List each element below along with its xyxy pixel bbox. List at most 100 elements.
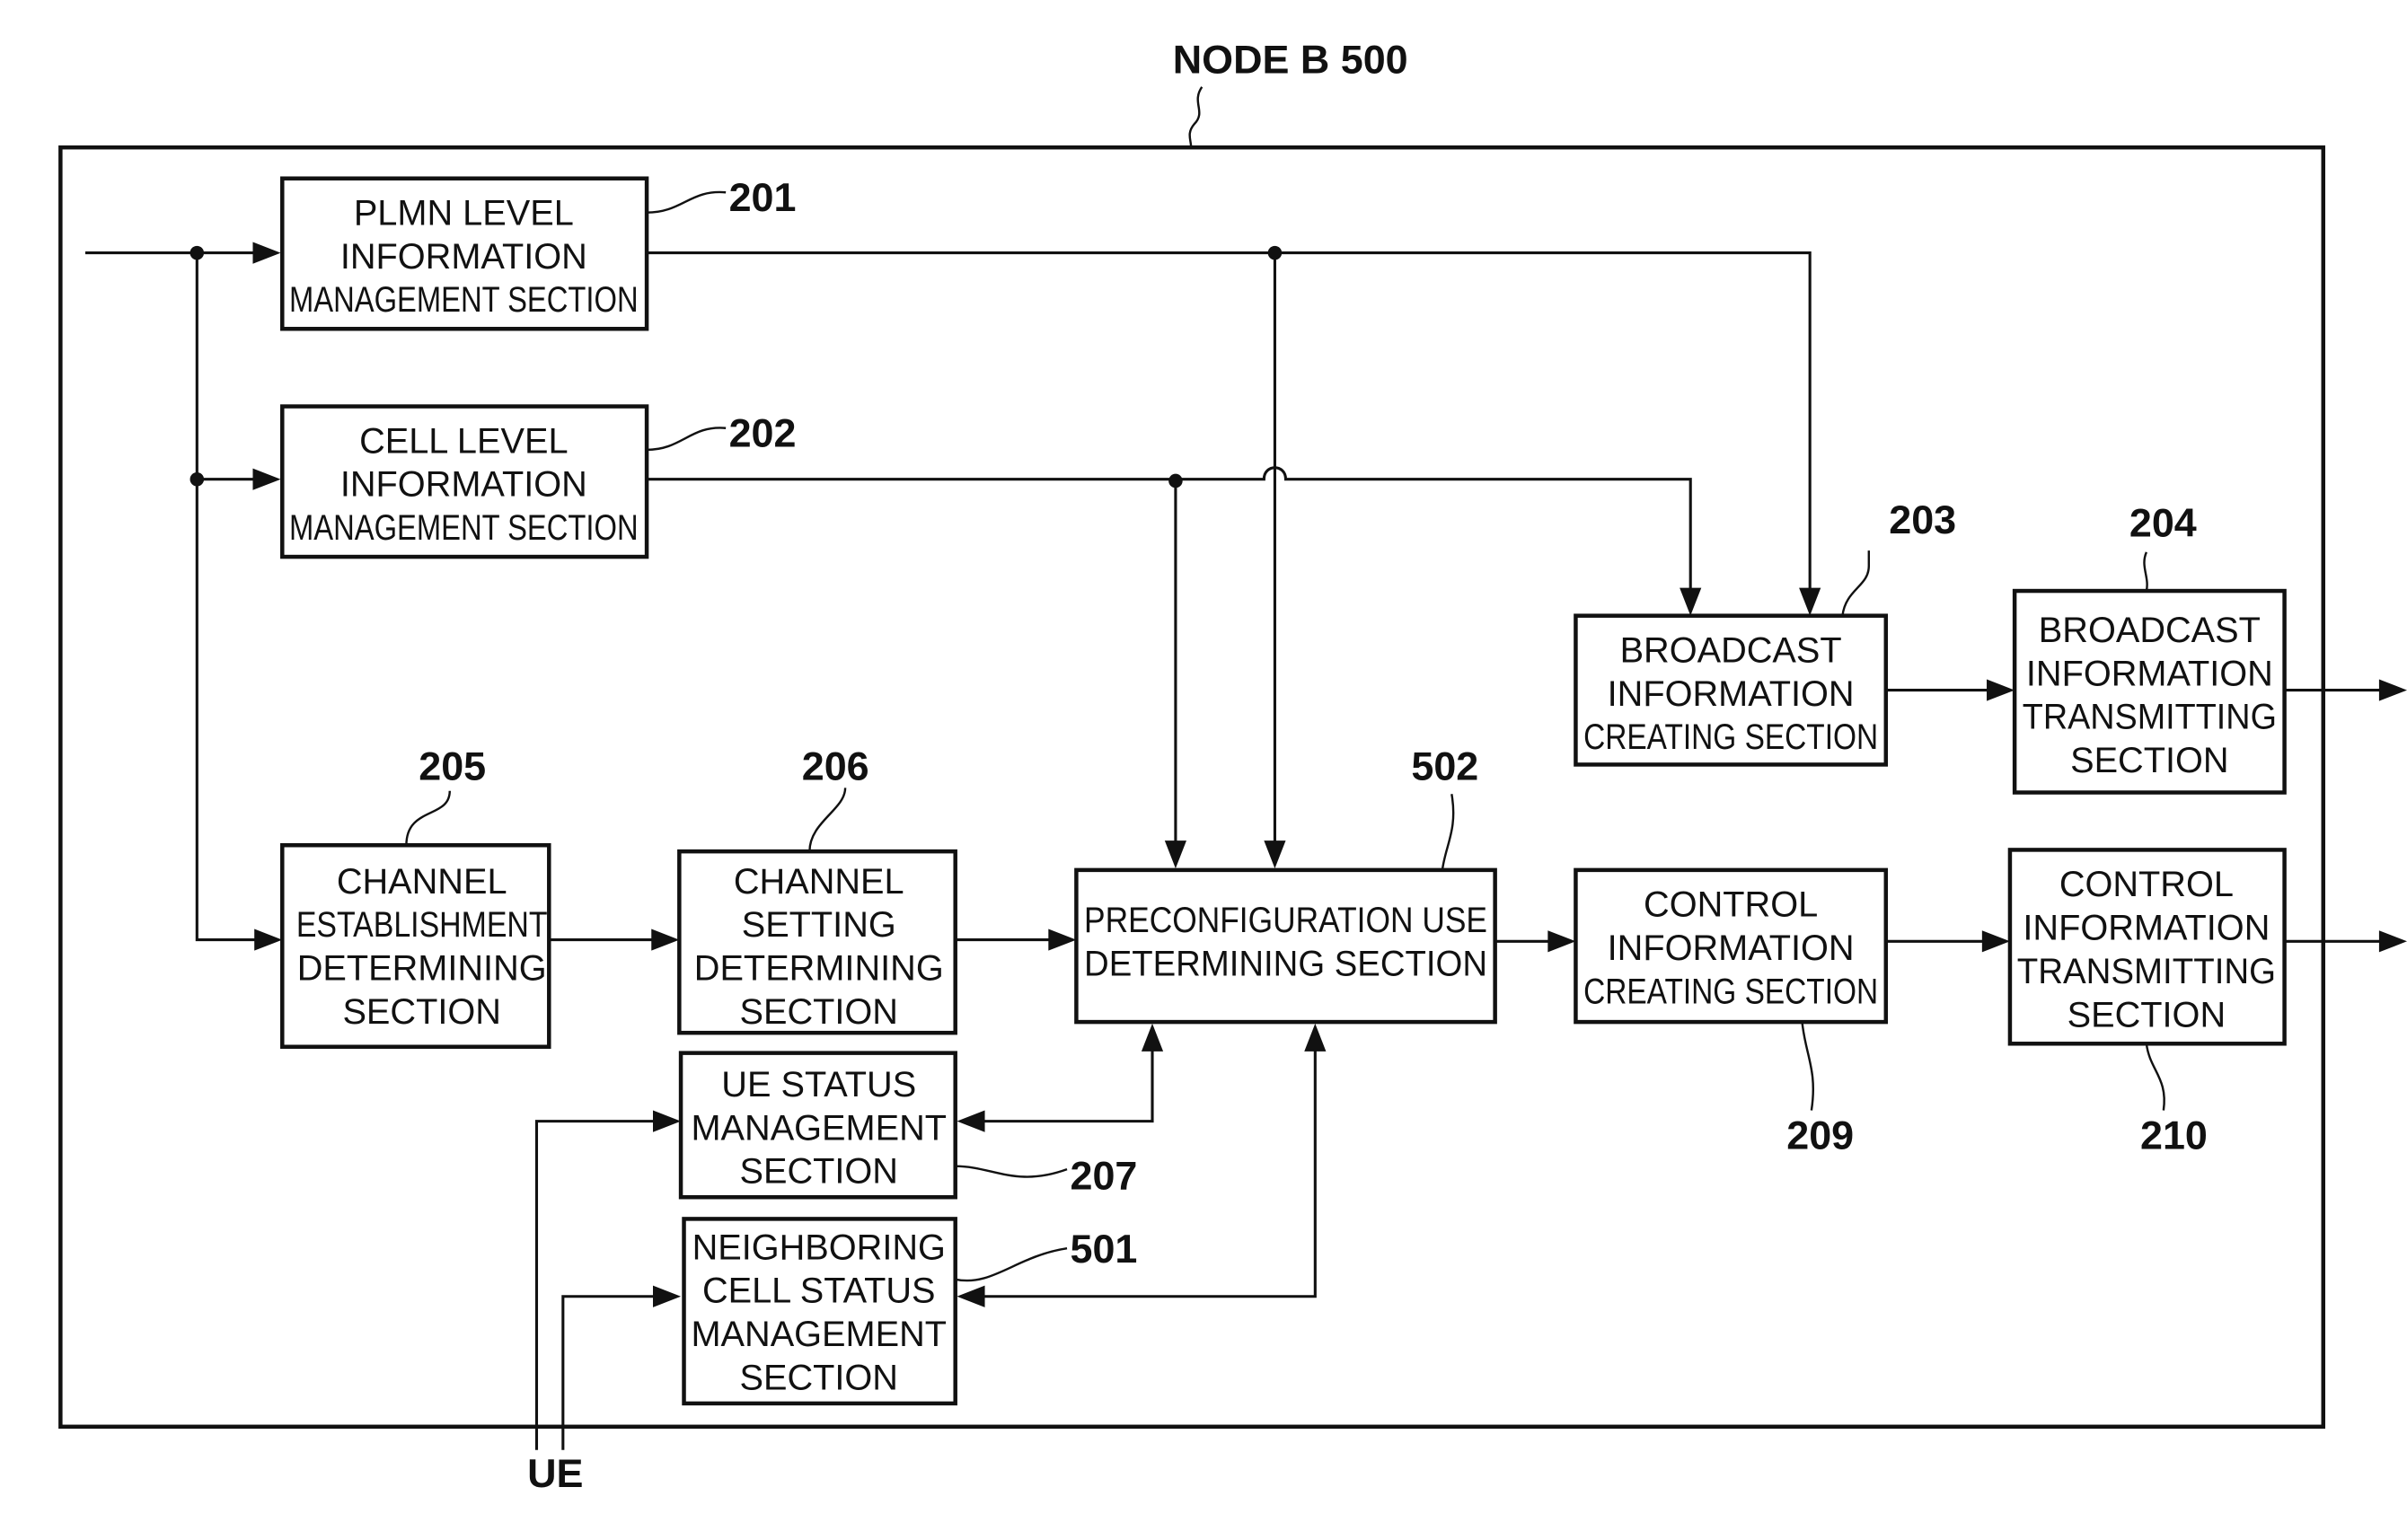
ue-label: UE (527, 1450, 583, 1496)
ref-206: 206 (802, 744, 869, 789)
arrow-right-icon (1981, 930, 2010, 953)
arrow-right-icon (2378, 930, 2407, 953)
ref-206-leader (808, 788, 847, 852)
ref-210: 210 (2140, 1113, 2208, 1158)
arrow-down-icon (1264, 840, 1286, 869)
block-206-line: DETERMINING (694, 948, 944, 988)
block-209-line: CREATING SECTION (1583, 972, 1878, 1011)
block-207-line: SECTION (740, 1152, 898, 1192)
ref-501-leader (955, 1247, 1068, 1282)
block-502: PRECONFIGURATION USE DETERMINING SECTION (1074, 867, 1497, 1025)
junction-dot (190, 471, 205, 487)
arrow-left-icon (957, 1110, 985, 1132)
plmn-to-broadcast-line (647, 251, 1812, 597)
block-201: PLMN LEVEL INFORMATION MANAGEMENT SECTIO… (280, 176, 649, 331)
arrow-right-icon (254, 928, 283, 951)
block-204-line: INFORMATION (2026, 654, 2273, 693)
block-203: BROADCAST INFORMATION CREATING SECTION (1574, 613, 1889, 767)
node-b-frame (58, 145, 2325, 1430)
block-202: CELL LEVEL INFORMATION MANAGEMENT SECTIO… (280, 404, 649, 559)
ref-204: 204 (2129, 500, 2197, 546)
ref-205-leader (405, 790, 451, 846)
block-203-line: INFORMATION (1608, 674, 1855, 714)
ref-209: 209 (1786, 1113, 1854, 1158)
block-207: UE STATUS MANAGEMENT SECTION (678, 1051, 957, 1200)
ref-205: 205 (419, 744, 486, 789)
block-202-line: MANAGEMENT SECTION (289, 508, 639, 548)
block-209: CONTROL INFORMATION CREATING SECTION (1574, 867, 1889, 1025)
block-502-line: DETERMINING SECTION (1084, 944, 1487, 983)
block-501: NEIGHBORING CELL STATUS MANAGEMENT SECTI… (682, 1217, 957, 1406)
ref-201: 201 (729, 174, 797, 220)
arrow-left-icon (957, 1285, 985, 1307)
block-210-line: INFORMATION (2023, 909, 2270, 948)
block-206-line: SECTION (740, 992, 898, 1032)
block-201-line: MANAGEMENT SECTION (289, 280, 639, 320)
block-501-line: CELL STATUS (702, 1272, 936, 1311)
node-b-title: NODE B 500 (1173, 36, 1408, 82)
ref-203-leader (1841, 550, 1871, 616)
ref-201-leader (647, 190, 727, 214)
block-203-line: BROADCAST (1620, 630, 1842, 670)
arrow-right-icon (652, 1110, 682, 1132)
block-206-line: CHANNEL (734, 862, 904, 902)
block-205: CHANNEL ESTABLISHMENT DETERMINING SECTIO… (280, 843, 551, 1049)
ue-status-to-preconfig-line (976, 1045, 1154, 1123)
block-209-line: CONTROL (1644, 885, 1818, 925)
block-501-line: MANAGEMENT (691, 1315, 947, 1354)
node-b-block-diagram: NODE B 500 PLMN LEVEL INFORMATION MANAGE… (58, 36, 2407, 1496)
block-204: BROADCAST INFORMATION TRANSMITTING SECTI… (2012, 588, 2287, 795)
block-204-line: TRANSMITTING (2023, 698, 2277, 737)
arrow-down-icon (1680, 587, 1702, 616)
arrow-right-icon (1048, 928, 1077, 951)
block-206: CHANNEL SETTING DETERMINING SECTION (677, 849, 957, 1035)
block-202-line: CELL LEVEL (359, 421, 568, 461)
block-501-line: SECTION (740, 1358, 898, 1397)
block-201-line: PLMN LEVEL (354, 194, 574, 233)
junction-dot (190, 245, 205, 260)
block-205-line: ESTABLISHMENT (296, 905, 548, 945)
block-204-line: SECTION (2070, 741, 2228, 780)
block-210-line: SECTION (2068, 995, 2226, 1034)
block-206-line: SETTING (742, 905, 896, 945)
block-204-line: BROADCAST (2039, 611, 2261, 650)
block-205-line: SECTION (342, 992, 500, 1032)
arrow-right-icon (1547, 930, 1576, 953)
input-branch-vertical (195, 252, 264, 942)
block-205-line: CHANNEL (337, 862, 507, 902)
arrow-right-icon (252, 468, 281, 490)
block-210: CONTROL INFORMATION TRANSMITTING SECTION (2007, 848, 2287, 1046)
arrow-down-icon (1799, 587, 1821, 616)
ref-202-leader (647, 427, 727, 452)
arrow-right-icon (2378, 679, 2407, 701)
ref-209-leader (1801, 1021, 1815, 1111)
arrow-right-icon (651, 928, 680, 951)
ref-501: 501 (1070, 1226, 1137, 1272)
ref-502-leader (1441, 794, 1455, 871)
ref-207: 207 (1070, 1153, 1137, 1199)
arrow-right-icon (252, 242, 281, 264)
arrow-right-icon (1987, 679, 2015, 701)
ue-input-line-1 (534, 1120, 663, 1450)
junction-dot (1168, 473, 1183, 488)
ref-202: 202 (729, 409, 797, 455)
arrow-right-icon (652, 1285, 682, 1307)
arrow-down-icon (1164, 840, 1187, 869)
block-207-line: UE STATUS (721, 1065, 916, 1104)
block-205-line: DETERMINING (297, 948, 547, 988)
block-207-line: MANAGEMENT (691, 1108, 947, 1148)
block-209-line: INFORMATION (1608, 928, 1855, 968)
ref-207-leader (955, 1165, 1068, 1178)
ref-203: 203 (1889, 497, 1956, 542)
ref-204-leader (2143, 551, 2148, 592)
block-201-line: INFORMATION (340, 237, 587, 277)
block-210-line: CONTROL (2059, 865, 2234, 904)
cell-to-broadcast-line (647, 466, 1692, 597)
block-203-line: CREATING SECTION (1583, 717, 1878, 757)
arrow-up-icon (1141, 1023, 1164, 1052)
ref-210-leader (2145, 1043, 2165, 1111)
junction-dot (1267, 245, 1283, 260)
block-210-line: TRANSMITTING (2017, 952, 2276, 991)
node-b-leader-line (1188, 86, 1204, 148)
block-502-line: PRECONFIGURATION USE (1084, 901, 1487, 940)
